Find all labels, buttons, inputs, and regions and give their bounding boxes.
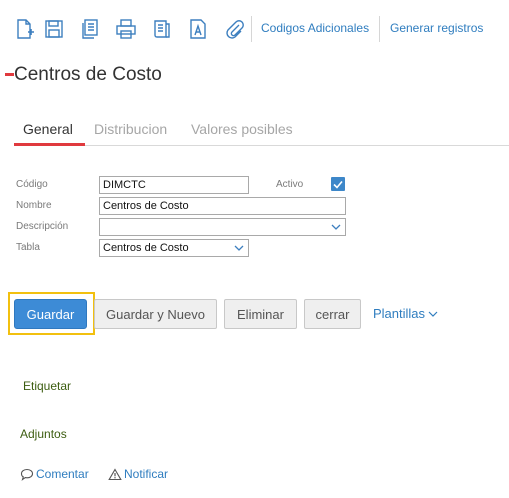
codigos-adicionales-link[interactable]: Codigos Adicionales (261, 21, 369, 35)
chevron-down-icon (331, 224, 341, 230)
check-icon (333, 180, 343, 189)
toolbar-separator (251, 16, 252, 42)
guardar-y-nuevo-button[interactable]: Guardar y Nuevo (94, 299, 217, 329)
new-document-icon[interactable] (12, 17, 36, 41)
adjuntos-section[interactable]: Adjuntos (20, 427, 67, 441)
copy-icon[interactable] (78, 17, 102, 41)
title-accent-bar (5, 73, 14, 76)
attachment-icon[interactable] (222, 17, 246, 41)
nombre-label: Nombre (16, 200, 52, 211)
guardar-button[interactable]: Guardar (14, 299, 87, 329)
comment-icon (20, 468, 34, 481)
comentar-link[interactable]: Comentar (20, 467, 89, 481)
tab-valores-posibles[interactable]: Valores posibles (191, 121, 293, 137)
toolbar: Codigos Adicionales Generar registros (0, 12, 509, 46)
plantillas-label: Plantillas (373, 306, 426, 321)
activo-label: Activo (276, 179, 304, 190)
activo-checkbox[interactable] (331, 177, 345, 191)
warning-icon (108, 467, 122, 480)
descripcion-select[interactable] (99, 218, 346, 236)
tab-general[interactable]: General (23, 121, 73, 137)
codigo-label: Código (16, 179, 48, 190)
comentar-label: Comentar (36, 467, 89, 481)
active-tab-indicator (14, 143, 85, 146)
report-icon[interactable] (150, 17, 174, 41)
text-document-icon[interactable] (186, 17, 210, 41)
notificar-link[interactable]: Notificar (108, 467, 168, 481)
cerrar-button[interactable]: cerrar (304, 299, 361, 329)
save-icon[interactable] (42, 17, 66, 41)
toolbar-separator (379, 16, 380, 42)
descripcion-label: Descripción (16, 221, 69, 232)
codigo-input[interactable]: DIMCTC (99, 176, 249, 194)
etiquetar-section[interactable]: Etiquetar (23, 379, 71, 393)
chevron-down-icon (234, 245, 244, 251)
page-title: Centros de Costo (14, 64, 162, 85)
plantillas-dropdown[interactable]: Plantillas (373, 306, 438, 321)
notificar-label: Notificar (124, 467, 169, 481)
tabla-select[interactable]: Centros de Costo (99, 239, 249, 257)
tabla-value: Centros de Costo (103, 242, 189, 254)
tab-bar: General Distribucion Valores posibles (14, 120, 509, 146)
generar-registros-link[interactable]: Generar registros (390, 21, 483, 35)
chevron-down-icon (428, 311, 438, 317)
tabla-label: Tabla (16, 242, 40, 253)
nombre-input[interactable]: Centros de Costo (99, 197, 346, 215)
eliminar-button[interactable]: Eliminar (224, 299, 297, 329)
print-icon[interactable] (114, 17, 138, 41)
tab-distribucion[interactable]: Distribucion (94, 121, 167, 137)
